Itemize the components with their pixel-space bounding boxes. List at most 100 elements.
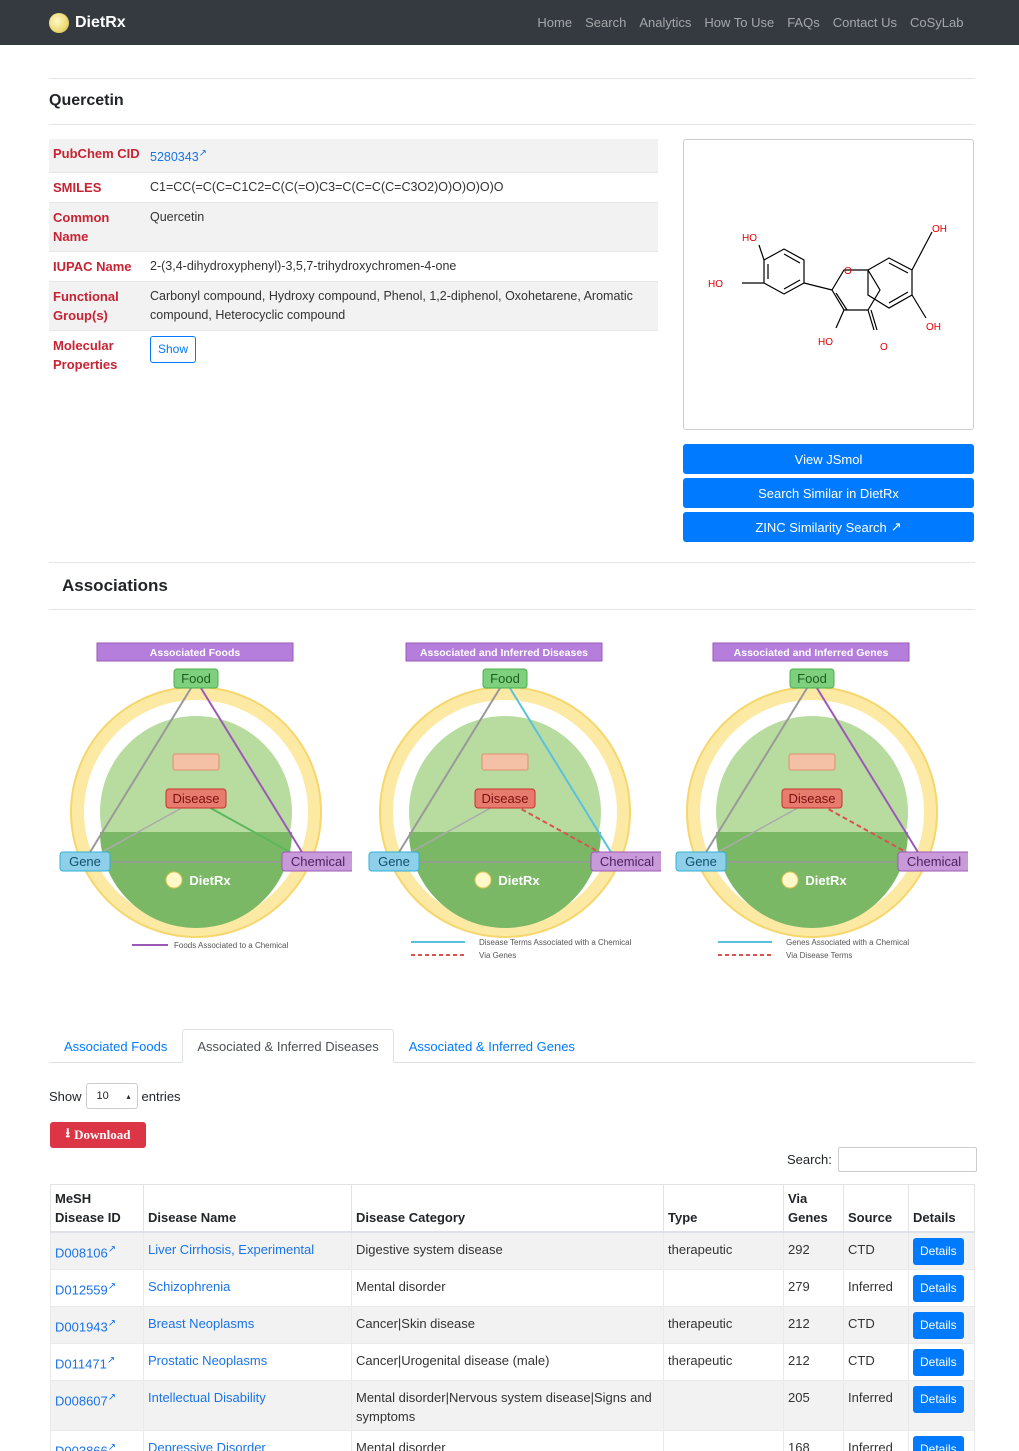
node-chemical: Chemical (600, 854, 654, 869)
divider (49, 78, 975, 79)
external-link-icon[interactable]: ↗ (108, 1281, 116, 1292)
tab-associated-diseases[interactable]: Associated & Inferred Diseases (182, 1029, 394, 1063)
mesh-id-link[interactable]: D008106 (55, 1245, 108, 1260)
top-navbar: DietRx Home Search Analytics How To Use … (0, 0, 1019, 45)
external-link-icon[interactable]: ↗ (107, 1355, 115, 1366)
tab-associated-foods[interactable]: Associated Foods (49, 1029, 182, 1062)
disease-name-link[interactable]: Prostatic Neoplasms (148, 1353, 267, 1368)
col-disease-category[interactable]: Disease Category (351, 1184, 664, 1233)
external-link-icon: ↗ (890, 519, 902, 534)
entries-value: 10 (96, 1090, 109, 1102)
disease-name-link[interactable]: Depressive Disorder (148, 1440, 266, 1451)
search-similar-button[interactable]: Search Similar in DietRx (683, 478, 974, 508)
disease-name-link[interactable]: Breast Neoplasms (148, 1316, 254, 1331)
brand[interactable]: DietRx (49, 12, 126, 33)
via-genes-count: 212 (783, 1343, 844, 1381)
col-details[interactable]: Details (908, 1184, 975, 1233)
structure-image: HO HO HO OH OH O O (683, 139, 974, 430)
struct-label: OH (932, 224, 947, 235)
source: CTD (843, 1343, 909, 1381)
tab-associated-genes[interactable]: Associated & Inferred Genes (394, 1029, 590, 1062)
mesh-id-link[interactable]: D008607 (55, 1393, 108, 1408)
info-row-molecular-properties: Molecular Properties Show (49, 331, 658, 380)
entries-select[interactable]: 10 ▴ (85, 1083, 138, 1109)
mesh-id-link[interactable]: D001943 (55, 1319, 108, 1334)
diagram-header: Associated and Inferred Diseases (420, 647, 588, 659)
details-button[interactable]: Details (913, 1436, 964, 1451)
node-food: Food (797, 671, 827, 686)
view-jsmol-label: View JSmol (794, 451, 863, 467)
details-button[interactable]: Details (913, 1386, 964, 1413)
search-label: Search: (787, 1152, 832, 1167)
details-button[interactable]: Details (913, 1349, 964, 1376)
info-value: 2-(3,4-dihydroxyphenyl)-3,5,7-trihydroxy… (150, 259, 457, 274)
external-link-icon[interactable]: ↗ (108, 1442, 116, 1451)
mesh-id-link[interactable]: D011471 (55, 1356, 107, 1371)
association-type: therapeutic (663, 1231, 784, 1270)
external-link-icon[interactable]: ↗ (108, 1318, 116, 1329)
search-input[interactable] (837, 1147, 977, 1172)
via-genes-count: 292 (783, 1231, 844, 1270)
entries-label: entries (141, 1088, 181, 1104)
legend-line-2: Via Genes (479, 951, 516, 960)
external-link-icon[interactable]: ↗ (108, 1392, 116, 1403)
details-button[interactable]: Details (913, 1275, 964, 1302)
mesh-id-link[interactable]: D003866 (55, 1443, 108, 1451)
nav-home[interactable]: Home (531, 15, 579, 30)
col-disease-name[interactable]: Disease Name (143, 1184, 352, 1233)
struct-label: OH (926, 322, 941, 333)
association-tabs: Associated Foods Associated & Inferred D… (49, 1029, 975, 1063)
diagram-associated-diseases: Associated and Inferred Diseases Food Di… (361, 640, 664, 970)
details-button[interactable]: Details (913, 1312, 964, 1339)
info-value: Carbonyl compound, Hydroxy compound, Phe… (146, 281, 658, 331)
col-mesh-id[interactable]: MeSH Disease ID (50, 1184, 144, 1233)
col-type[interactable]: Type (663, 1184, 784, 1233)
table-row: D008607↗ Intellectual Disability Mental … (50, 1380, 975, 1431)
disease-name-link[interactable]: Intellectual Disability (148, 1390, 266, 1405)
zinc-similarity-button[interactable]: ZINC Similarity Search ↗ (683, 512, 974, 542)
show-properties-button[interactable]: Show (150, 336, 197, 364)
disease-name-link[interactable]: Liver Cirrhosis, Experimental (148, 1242, 314, 1257)
col-via-genes[interactable]: Via Genes (783, 1184, 844, 1233)
diagram-associated-genes: Associated and Inferred Genes Food Disea… (668, 640, 971, 970)
brand-name: DietRx (75, 13, 126, 31)
node-food: Food (181, 671, 211, 686)
download-button[interactable]: ⭳ Download (50, 1122, 146, 1148)
external-link-icon[interactable]: ↗ (108, 1244, 116, 1255)
node-gene: Gene (685, 854, 717, 869)
nav-faqs[interactable]: FAQs (781, 15, 827, 30)
col-source[interactable]: Source (843, 1184, 909, 1233)
disease-category: Mental disorder (351, 1269, 664, 1307)
table-header-row: MeSH Disease ID Disease Name Disease Cat… (50, 1184, 975, 1233)
nav-search[interactable]: Search (579, 15, 633, 30)
dietrx-logo-icon (49, 12, 69, 33)
info-key: SMILES (53, 180, 102, 196)
nav-analytics[interactable]: Analytics (633, 15, 698, 30)
legend-line-2: Via Disease Terms (786, 951, 852, 960)
details-button[interactable]: Details (913, 1238, 964, 1265)
disease-category: Digestive system disease (351, 1231, 664, 1270)
info-key: Common Name (49, 202, 146, 252)
disease-table: MeSH Disease ID Disease Name Disease Cat… (50, 1184, 975, 1451)
nav-cosylab[interactable]: CoSyLab (904, 15, 970, 30)
associations-title: Associations (62, 576, 168, 595)
node-gene: Gene (69, 854, 101, 869)
node-disease: Disease (173, 791, 220, 806)
association-type (663, 1430, 784, 1451)
info-key: IUPAC Name (53, 259, 132, 275)
mesh-id-link[interactable]: D012559 (55, 1282, 108, 1297)
struct-label: HO (742, 233, 757, 244)
legend-line-1: Foods Associated to a Chemical (174, 941, 289, 950)
nav-how-to-use[interactable]: How To Use (698, 15, 781, 30)
table-row: D012559↗ Schizophrenia Mental disorder 2… (50, 1269, 975, 1307)
view-jsmol-button[interactable]: View JSmol (683, 444, 974, 474)
nav-contact[interactable]: Contact Us (826, 15, 903, 30)
nav-links: Home Search Analytics How To Use FAQs Co… (531, 15, 970, 30)
table-row: D001943↗ Breast Neoplasms Cancer|Skin di… (50, 1306, 975, 1344)
disease-name-link[interactable]: Schizophrenia (148, 1279, 230, 1294)
pubchem-cid-link[interactable]: 5280343 (150, 150, 199, 164)
via-genes-count: 212 (783, 1306, 844, 1344)
diagram-brand: DietRx (805, 873, 847, 888)
external-link-icon[interactable]: ↗ (199, 148, 207, 159)
download-icon: ⭳ (65, 1125, 71, 1140)
